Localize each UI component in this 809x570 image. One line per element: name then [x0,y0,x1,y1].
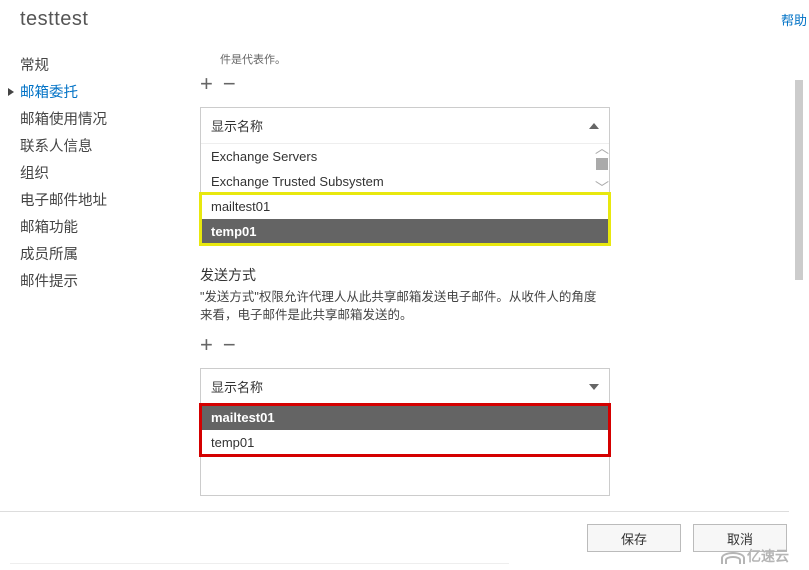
list-header[interactable]: 显示名称 [201,108,609,144]
list-item[interactable]: Exchange Servers [201,144,609,169]
column-display-name: 显示名称 [211,116,263,135]
page-scrollbar[interactable] [793,80,805,498]
truncated-text: 件是代表作。 [220,51,640,67]
remove-button[interactable]: − [223,334,236,356]
add-button[interactable]: + [200,73,213,95]
send-as-list: 显示名称 mailtest01 temp01 [200,368,610,496]
list-item[interactable]: temp01 [201,430,609,455]
chevron-up-icon[interactable]: ︿ [595,138,609,158]
list-item[interactable]: Exchange Trusted Subsystem [201,169,609,194]
scroll-thumb[interactable] [596,158,608,170]
list-item[interactable]: mailtest01 [201,194,609,219]
divider [10,563,509,564]
column-display-name: 显示名称 [211,377,263,396]
sidebar-item-general[interactable]: 常规 [20,51,170,78]
remove-button[interactable]: − [223,73,236,95]
divider [0,511,789,512]
list-item[interactable]: mailtest01 [201,405,609,430]
sidebar-item-delegation[interactable]: 邮箱委托 [20,78,170,105]
sort-icon[interactable] [589,123,599,129]
scroll-thumb[interactable] [795,80,803,280]
help-link[interactable]: 帮助 [781,10,807,29]
page-title: testtest [20,8,809,31]
sidebar-item-contact[interactable]: 联系人信息 [20,132,170,159]
list-item[interactable]: temp01 [201,219,609,244]
add-button[interactable]: + [200,334,213,356]
sidebar-item-usage[interactable]: 邮箱使用情况 [20,105,170,132]
save-button[interactable]: 保存 [587,524,681,552]
cloud-icon [721,548,743,564]
full-access-list: 显示名称 Exchange Servers Exchange Trusted S… [200,107,610,245]
sidebar-item-features[interactable]: 邮箱功能 [20,213,170,240]
list-scrollbar[interactable]: ︿ ﹀ [593,138,611,244]
send-as-section: 发送方式 "发送方式"权限允许代理人从此共享邮箱发送电子邮件。从收件人的角度来看… [200,265,640,496]
sidebar-item-email-addr[interactable]: 电子邮件地址 [20,186,170,213]
sidebar-item-memberof[interactable]: 成员所属 [20,240,170,267]
chevron-down-icon[interactable]: ﹀ [595,178,609,198]
sidebar-item-org[interactable]: 组织 [20,159,170,186]
highlight-box-red: mailtest01 temp01 [201,405,609,455]
watermark: 亿速云 [721,546,789,566]
highlight-box-yellow: mailtest01 temp01 [201,194,609,244]
watermark-text: 亿速云 [747,546,789,566]
list-header[interactable]: 显示名称 [201,369,609,405]
sidebar: 常规 邮箱委托 邮箱使用情况 联系人信息 组织 电子邮件地址 邮箱功能 成员所属… [20,51,170,516]
section-desc: "发送方式"权限允许代理人从此共享邮箱发送电子邮件。从收件人的角度来看，电子邮件… [200,289,600,324]
section-title: 发送方式 [200,265,640,285]
full-access-section: 件是代表作。 + − 显示名称 Exchange Servers Exchang… [200,51,640,245]
sort-icon[interactable] [589,384,599,390]
sidebar-item-mailtip[interactable]: 邮件提示 [20,267,170,294]
